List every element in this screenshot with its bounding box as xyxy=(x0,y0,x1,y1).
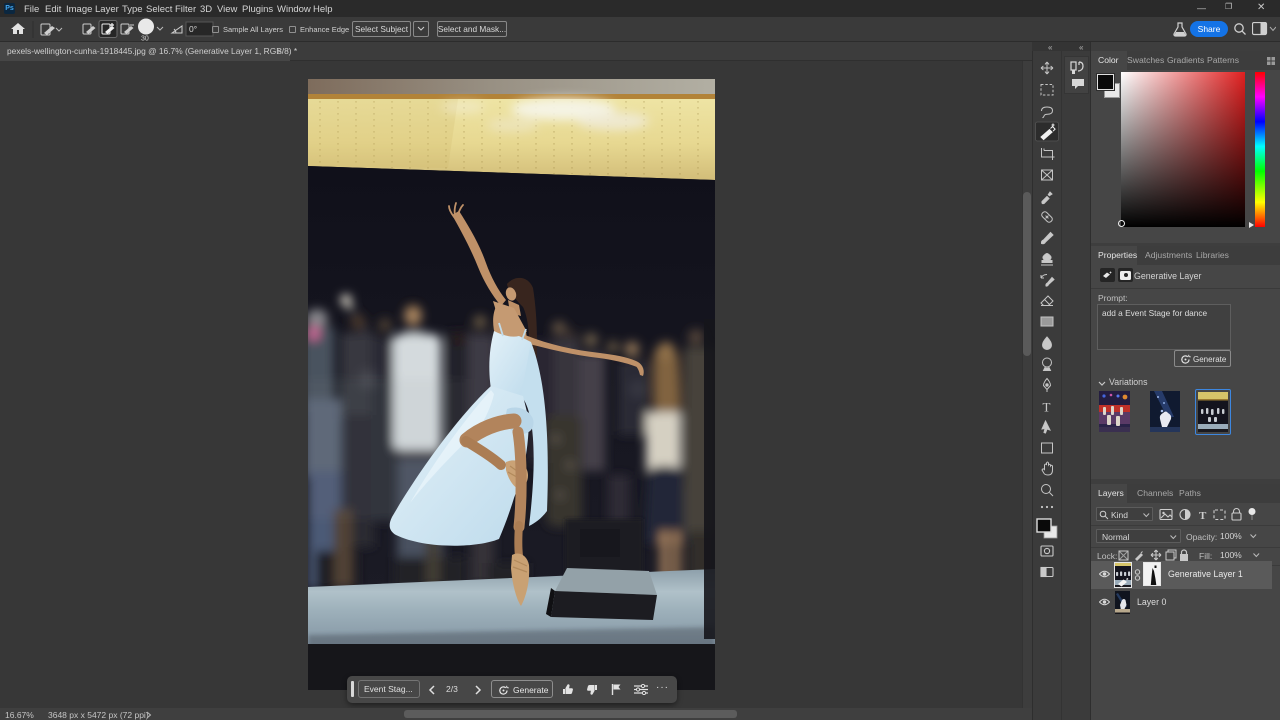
svg-text:T: T xyxy=(1043,400,1051,415)
svg-text:T: T xyxy=(1199,510,1207,522)
svg-text:0°: 0° xyxy=(189,24,197,34)
